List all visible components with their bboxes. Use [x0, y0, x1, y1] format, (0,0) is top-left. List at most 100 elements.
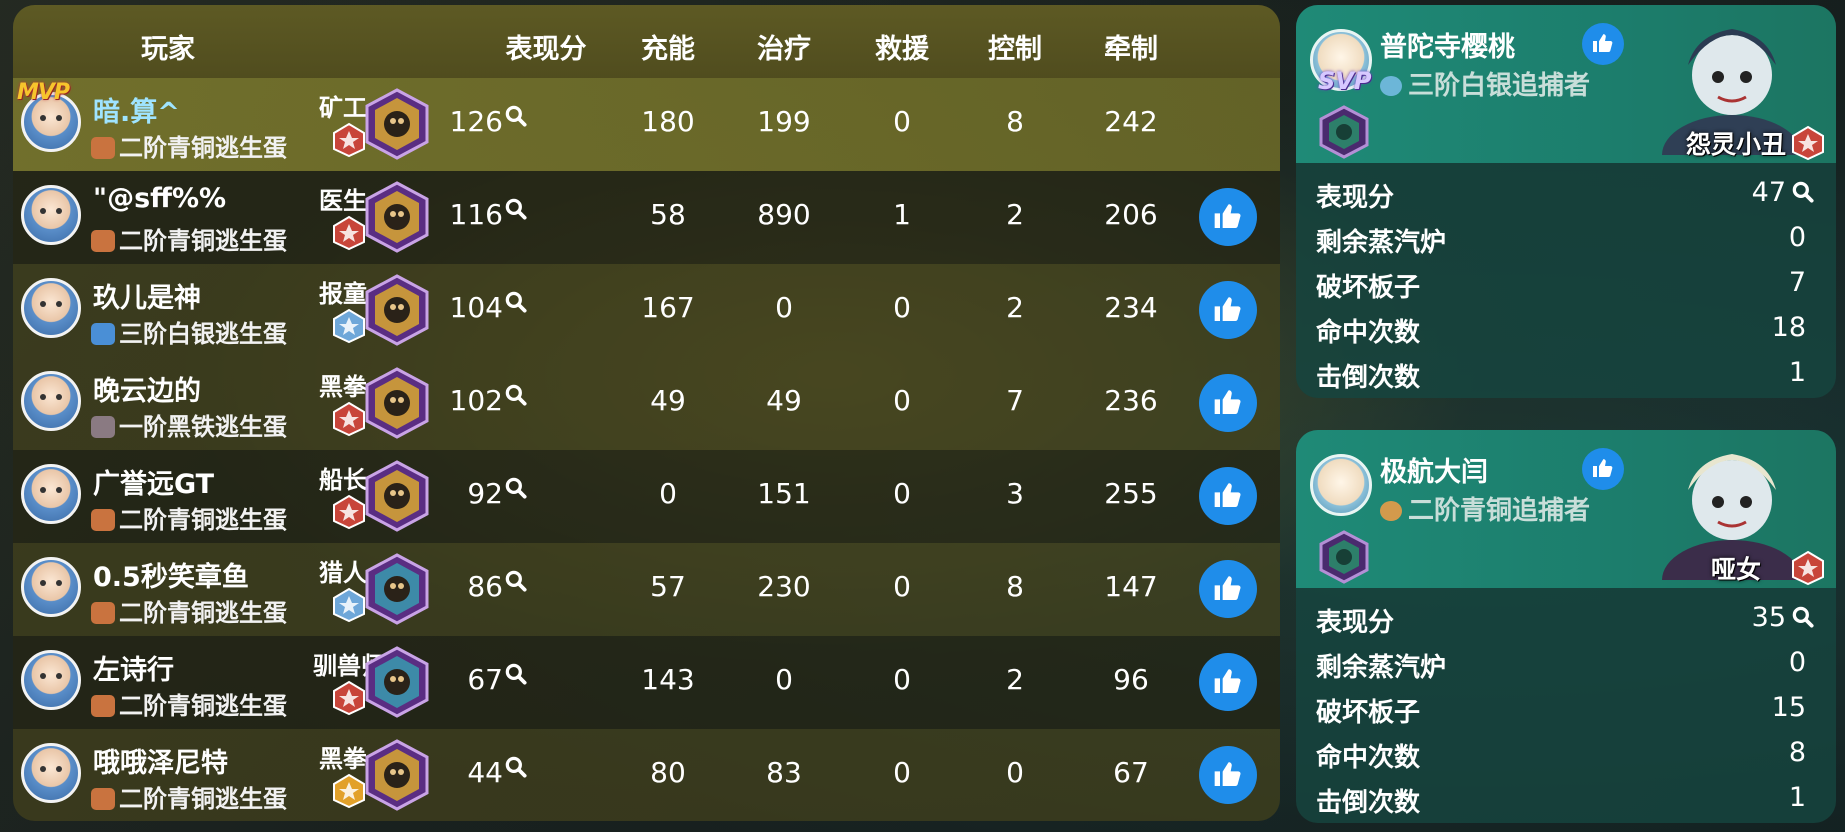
like-button[interactable] [1199, 467, 1257, 525]
hunter-avatar[interactable] [1310, 454, 1372, 516]
talent-emblem-icon[interactable] [363, 739, 431, 811]
search-icon[interactable] [503, 568, 529, 594]
player-kite: 255 [1104, 477, 1158, 510]
player-heal: 890 [757, 198, 811, 231]
role-badge-icon [331, 308, 367, 344]
role-badge-icon [1790, 125, 1826, 161]
survivor-scoreboard: 玩家 表现分 充能 治疗 救援 控制 牵制 MVP 暗.算^ 二阶青铜逃生蛋 矿工 12… [13, 5, 1280, 821]
hunter-stat-row: 剩余蒸汽炉 0 [1316, 641, 1816, 685]
search-icon[interactable] [503, 475, 529, 501]
talent-emblem-icon[interactable] [363, 367, 431, 439]
player-rank-label: 二阶青铜逃生蛋 [119, 785, 287, 813]
search-icon[interactable] [503, 289, 529, 315]
talent-emblem-icon[interactable] [1318, 530, 1370, 584]
rank-egg-icon [91, 509, 115, 531]
talent-emblem-icon[interactable] [363, 553, 431, 625]
player-score: 104 [449, 291, 503, 324]
hunter-stat-label: 表现分 [1316, 183, 1395, 213]
mvp-badge: MVP [17, 80, 70, 105]
talent-emblem-icon[interactable] [1318, 105, 1370, 159]
player-rescue: 0 [893, 291, 911, 324]
player-rescue: 1 [893, 198, 911, 231]
hunter-stat-label: 表现分 [1316, 608, 1395, 638]
player-name: 晚云边的 [93, 376, 201, 407]
player-control: 0 [1006, 756, 1024, 789]
player-kite: 67 [1113, 756, 1149, 789]
like-button[interactable] [1199, 560, 1257, 618]
talent-emblem-icon[interactable] [363, 88, 431, 160]
hunter-stat-value: 35 [1751, 602, 1786, 633]
rank-egg-icon [91, 323, 115, 345]
search-icon[interactable] [503, 382, 529, 408]
like-button[interactable] [1199, 188, 1257, 246]
hunter-rank: 二阶青铜追捕者 [1380, 490, 1590, 527]
search-icon[interactable] [503, 661, 529, 687]
like-button[interactable] [1582, 23, 1624, 65]
player-row: 0.5秒笑章鱼 二阶青铜逃生蛋 猎人 86 57 230 0 8 147 [13, 543, 1280, 636]
hunter-player-name: 普陀寺樱桃 [1380, 32, 1515, 63]
player-control: 8 [1006, 570, 1024, 603]
player-heal: 0 [775, 663, 793, 696]
search-icon[interactable] [503, 754, 529, 780]
player-row: "@sff%% 二阶青铜逃生蛋 医生 116 58 890 1 2 206 [13, 171, 1280, 264]
hunter-character-name: 怨灵小丑 [1685, 130, 1786, 159]
player-control: 7 [1006, 384, 1024, 417]
role-badge-icon [331, 680, 367, 716]
player-control: 2 [1006, 198, 1024, 231]
player-control: 2 [1006, 291, 1024, 324]
player-score: 86 [467, 570, 503, 603]
player-avatar[interactable] [21, 371, 81, 431]
like-button[interactable] [1582, 448, 1624, 490]
player-charge: 143 [641, 663, 695, 696]
hunter-stat-row: 命中次数 18 [1316, 306, 1816, 350]
hunter-stat-row: 击倒次数 1 [1316, 776, 1816, 820]
search-icon[interactable] [1790, 604, 1816, 637]
header-kite: 牵制 [1104, 34, 1158, 65]
hunter-stat-value: 18 [1771, 312, 1806, 343]
like-button[interactable] [1199, 281, 1257, 339]
hunter-stat-value: 1 [1788, 357, 1806, 388]
hunter-stat-value: 8 [1788, 737, 1806, 768]
player-kite: 236 [1104, 384, 1158, 417]
hunter-stat-value: 15 [1771, 692, 1806, 723]
player-name: 玖儿是神 [93, 283, 201, 314]
svp-badge: SVP [1318, 67, 1372, 95]
player-row: 广誉远GT 二阶青铜逃生蛋 船长 92 0 151 0 3 255 [13, 450, 1280, 543]
player-rank-label: 一阶黑铁逃生蛋 [119, 413, 287, 441]
hunter-panel: SVP 普陀寺樱桃 三阶白银追捕者 怨灵小丑 表现分 47 剩余蒸汽炉 0 破坏板子… [1296, 5, 1836, 398]
talent-emblem-icon[interactable] [363, 460, 431, 532]
search-icon[interactable] [503, 103, 529, 129]
header-score: 表现分 [505, 34, 587, 65]
player-rank: 二阶青铜逃生蛋 [91, 128, 287, 163]
talent-emblem-icon[interactable] [363, 274, 431, 346]
rank-egg-icon [91, 416, 115, 438]
player-rank-label: 二阶青铜逃生蛋 [119, 506, 287, 534]
search-icon[interactable] [1790, 179, 1816, 212]
rank-egg-icon [91, 788, 115, 810]
player-rescue: 0 [893, 756, 911, 789]
player-rank: 一阶黑铁逃生蛋 [91, 407, 287, 442]
player-avatar[interactable] [21, 557, 81, 617]
talent-emblem-icon[interactable] [363, 646, 431, 718]
player-avatar[interactable] [21, 743, 81, 803]
like-button[interactable] [1199, 374, 1257, 432]
player-rescue: 0 [893, 477, 911, 510]
talent-emblem-icon[interactable] [363, 181, 431, 253]
player-avatar[interactable] [21, 650, 81, 710]
player-heal: 0 [775, 291, 793, 324]
player-score: 44 [467, 756, 503, 789]
player-avatar[interactable] [21, 278, 81, 338]
role-badge-icon [331, 122, 367, 158]
search-icon[interactable] [503, 196, 529, 222]
rank-egg-icon [91, 602, 115, 624]
like-button[interactable] [1199, 653, 1257, 711]
like-button[interactable] [1199, 746, 1257, 804]
player-heal: 230 [757, 570, 811, 603]
player-rescue: 0 [893, 570, 911, 603]
player-row: 左诗行 二阶青铜逃生蛋 驯兽师 67 143 0 0 2 96 [13, 636, 1280, 729]
player-avatar[interactable] [21, 464, 81, 524]
player-rank: 二阶青铜逃生蛋 [91, 221, 287, 256]
hunter-stat-label: 破坏板子 [1316, 698, 1421, 728]
player-avatar[interactable] [21, 185, 81, 245]
hunter-stat-row: 表现分 47 [1316, 171, 1816, 215]
